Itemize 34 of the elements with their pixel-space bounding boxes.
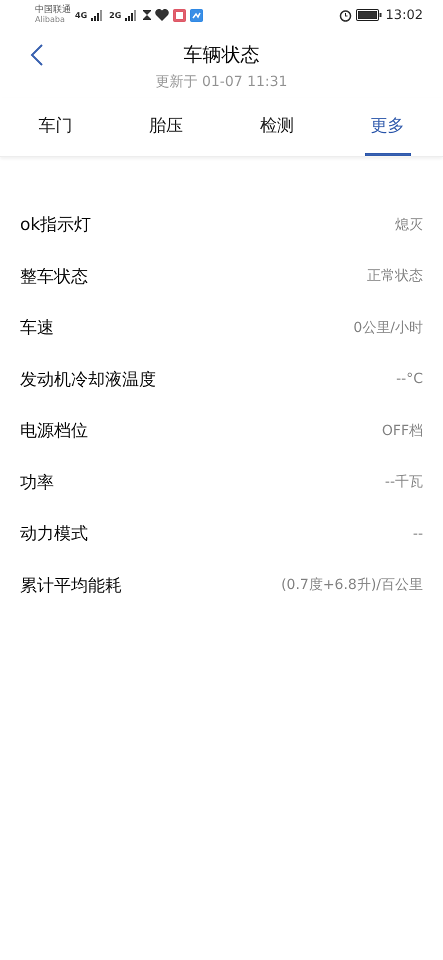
alarm-icon: [338, 8, 352, 22]
row-value: --°C: [396, 371, 423, 388]
row-value: 正常状态: [367, 267, 423, 286]
clock-time: 13:02: [386, 8, 423, 22]
row-value: OFF档: [382, 422, 423, 440]
row-value: (0.7度+6.8升)/百公里: [281, 576, 423, 594]
row-label: 发动机冷却液温度: [20, 368, 156, 391]
row-label: ok指示灯: [20, 214, 92, 236]
page-title: 车辆状态: [184, 43, 260, 68]
heart-icon: [155, 9, 170, 21]
network-label: 4G: [75, 10, 88, 20]
book-icon: [173, 8, 186, 22]
row-label: 累计平均能耗: [20, 574, 122, 597]
row-value: --: [412, 526, 423, 542]
row-label: 功率: [20, 472, 54, 494]
tab[interactable]: 更多: [364, 98, 411, 156]
row-label: 电源档位: [20, 420, 88, 442]
carrier-name: 中国联通: [35, 5, 71, 15]
tab[interactable]: 检测: [254, 98, 300, 156]
tab[interactable]: 车门: [32, 98, 78, 156]
row-value: 熄灭: [395, 216, 423, 234]
row-label: 动力模式: [20, 523, 88, 546]
network-label: 2G: [109, 10, 122, 20]
row-label: 整车状态: [20, 266, 88, 288]
carrier-sub: Alibaba: [35, 15, 66, 25]
hourglass-icon: [143, 10, 152, 20]
row-value: 0公里/小时: [353, 318, 423, 337]
back-icon[interactable]: [30, 44, 44, 66]
update-time: 更新于 01-07 11:31: [156, 73, 288, 91]
app-icon: [190, 8, 204, 22]
battery-icon: [356, 9, 382, 21]
row-label: 车速: [20, 317, 54, 340]
row-value: --千瓦: [384, 473, 423, 492]
tab[interactable]: 胎压: [143, 98, 190, 156]
